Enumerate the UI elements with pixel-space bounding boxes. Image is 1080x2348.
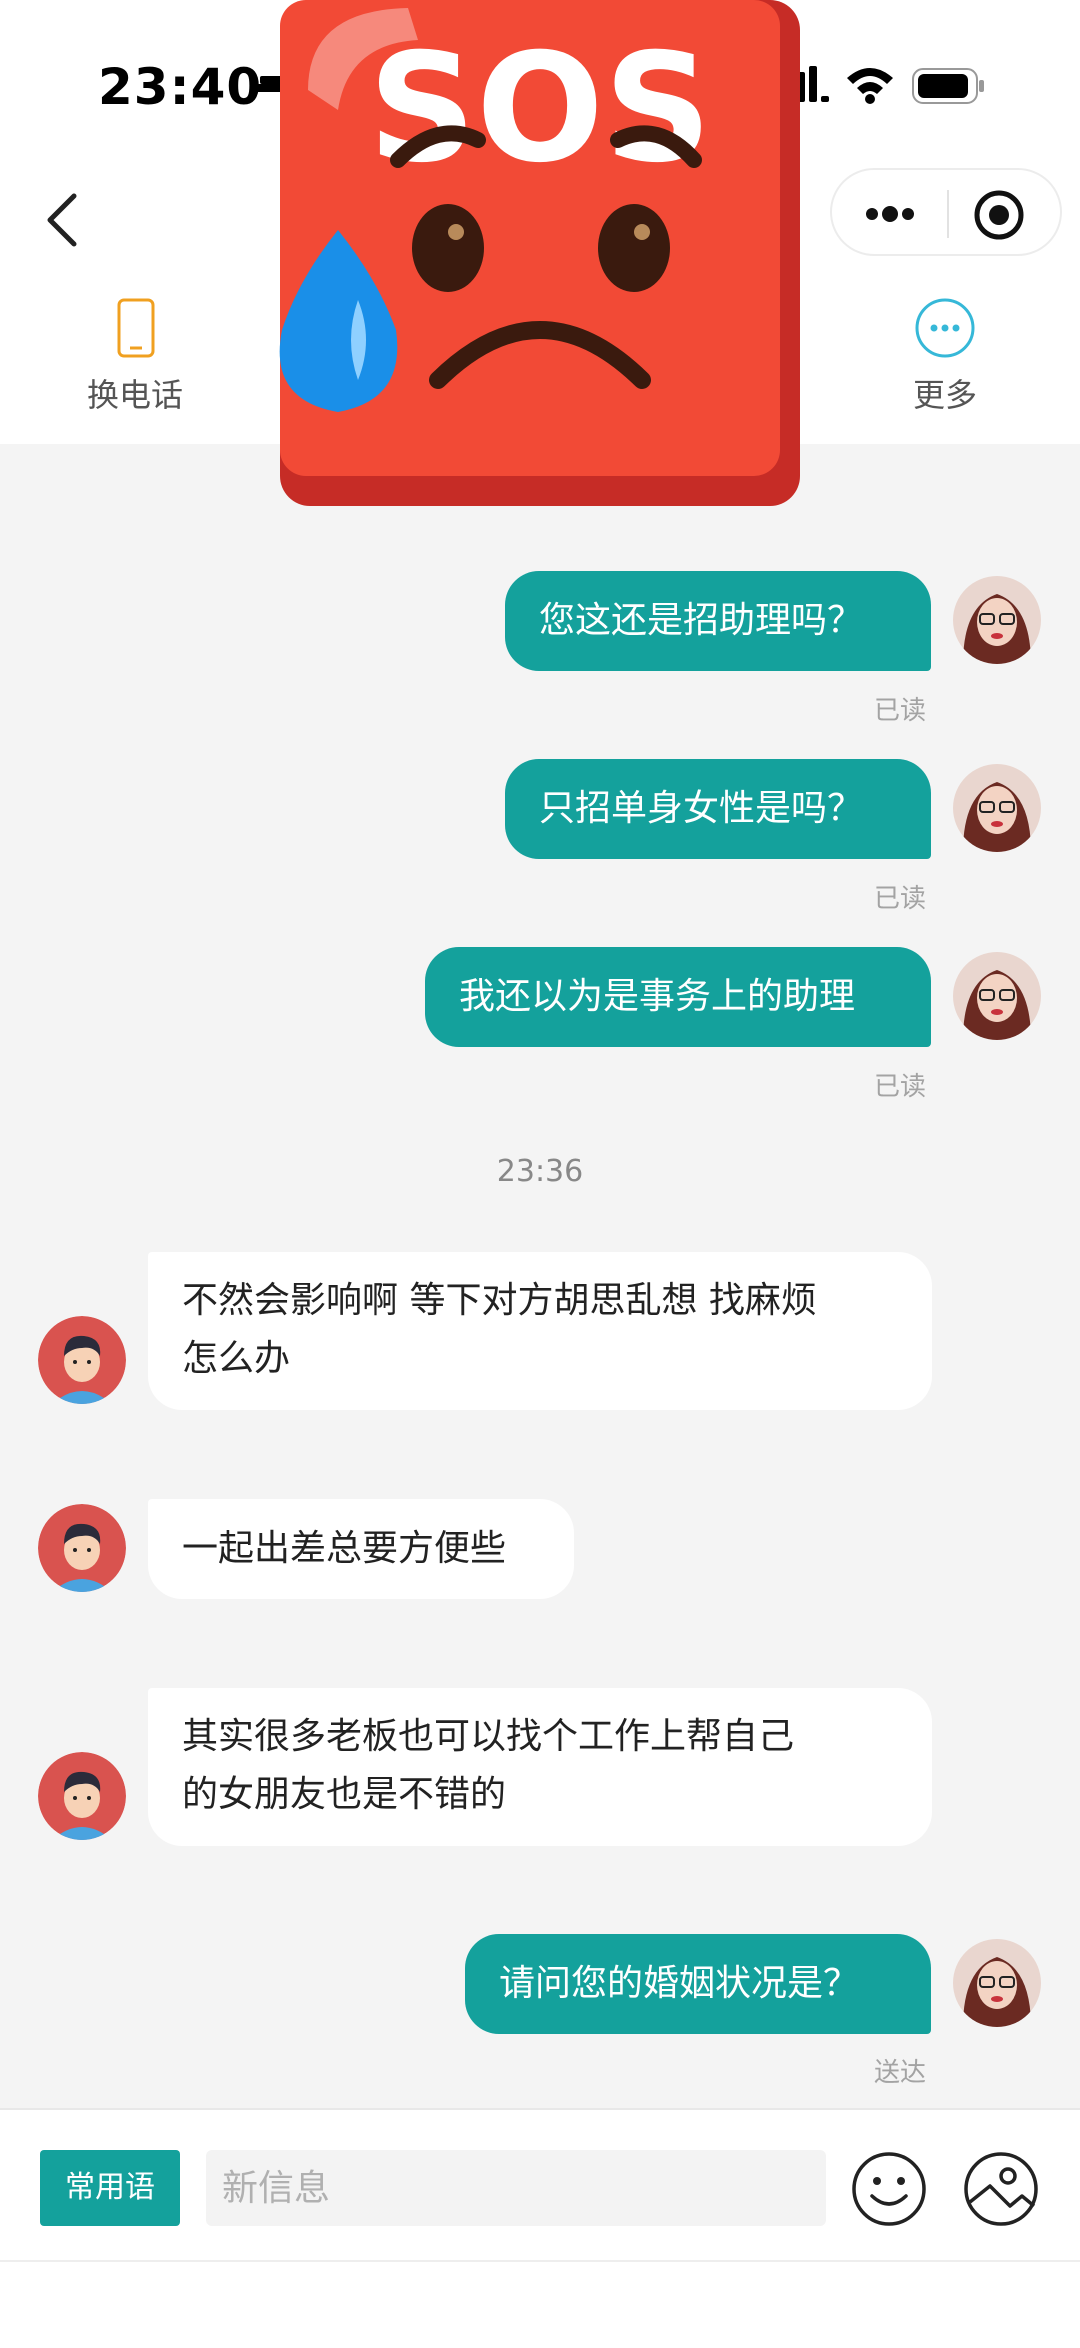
message-bubble-received[interactable]: 不然会影响啊 等下对方胡思乱想 找麻烦 怎么办 — [148, 1252, 932, 1410]
image-icon[interactable] — [962, 2150, 1040, 2228]
input-bar: 常用语 — [0, 2108, 1080, 2260]
my-avatar — [953, 952, 1041, 1040]
battery-icon — [912, 68, 984, 104]
chat-messages: 您这还是招助理吗？ 已读 只招单身女性是吗？ 已读 我还以为是事务上的助理 已读… — [0, 444, 1080, 2108]
more-label: 更多 — [912, 376, 977, 414]
chat-timestamp: 23:36 — [496, 1154, 584, 1189]
wifi-icon — [847, 68, 893, 104]
message-bubble-received[interactable]: 其实很多老板也可以找个工作上帮自己 的女朋友也是不错的 — [148, 1688, 932, 1846]
status-time: 23:40 — [98, 58, 263, 116]
message-line: 的女朋友也是不错的 — [182, 1774, 507, 1815]
message-bubble-received[interactable]: 一起出差总要方便些 — [148, 1499, 574, 1599]
mini-program-capsule — [830, 168, 1062, 256]
message-bubble-sent[interactable]: 我还以为是事务上的助理 — [425, 947, 931, 1047]
more-dots-icon — [915, 298, 975, 358]
message-line: 不然会影响啊 等下对方胡思乱想 找麻烦 — [182, 1280, 817, 1321]
close-target-icon[interactable] — [972, 188, 1026, 242]
message-bubble-sent[interactable]: 只招单身女性是吗？ — [505, 759, 931, 859]
message-bubble-sent[interactable]: 您这还是招助理吗？ — [505, 571, 931, 671]
bottom-safe-area — [0, 2260, 1080, 2348]
my-avatar — [953, 764, 1041, 852]
message-status: 已读 — [874, 696, 927, 726]
contact-avatar — [38, 1316, 126, 1404]
menu-dots-icon[interactable] — [860, 192, 920, 236]
message-input[interactable] — [206, 2150, 826, 2226]
more-action[interactable]: 更多 — [870, 296, 1020, 416]
my-avatar — [953, 576, 1041, 664]
my-avatar — [953, 1939, 1041, 2027]
quick-phrases-button[interactable]: 常用语 — [40, 2150, 180, 2226]
message-bubble-sent[interactable]: 请问您的婚姻状况是？ — [465, 1934, 931, 2034]
message-line: 怎么办 — [182, 1338, 291, 1379]
message-status: 已读 — [874, 1072, 927, 1102]
message-status: 送达 — [874, 2058, 927, 2088]
contact-avatar — [38, 1504, 126, 1592]
contact-avatar — [38, 1752, 126, 1840]
emoji-icon[interactable] — [850, 2150, 928, 2228]
sos-sad-face-sticker: SOS — [279, 0, 800, 506]
back-arrow-icon[interactable] — [38, 188, 86, 252]
sos-text: SOS — [368, 22, 712, 196]
message-status: 已读 — [874, 884, 927, 914]
change-phone-label: 换电话 — [86, 376, 183, 414]
change-phone-action[interactable]: 换电话 — [60, 296, 210, 416]
message-line: 其实很多老板也可以找个工作上帮自己 — [182, 1716, 795, 1757]
phone-icon — [117, 298, 155, 358]
capsule-divider — [947, 190, 949, 238]
